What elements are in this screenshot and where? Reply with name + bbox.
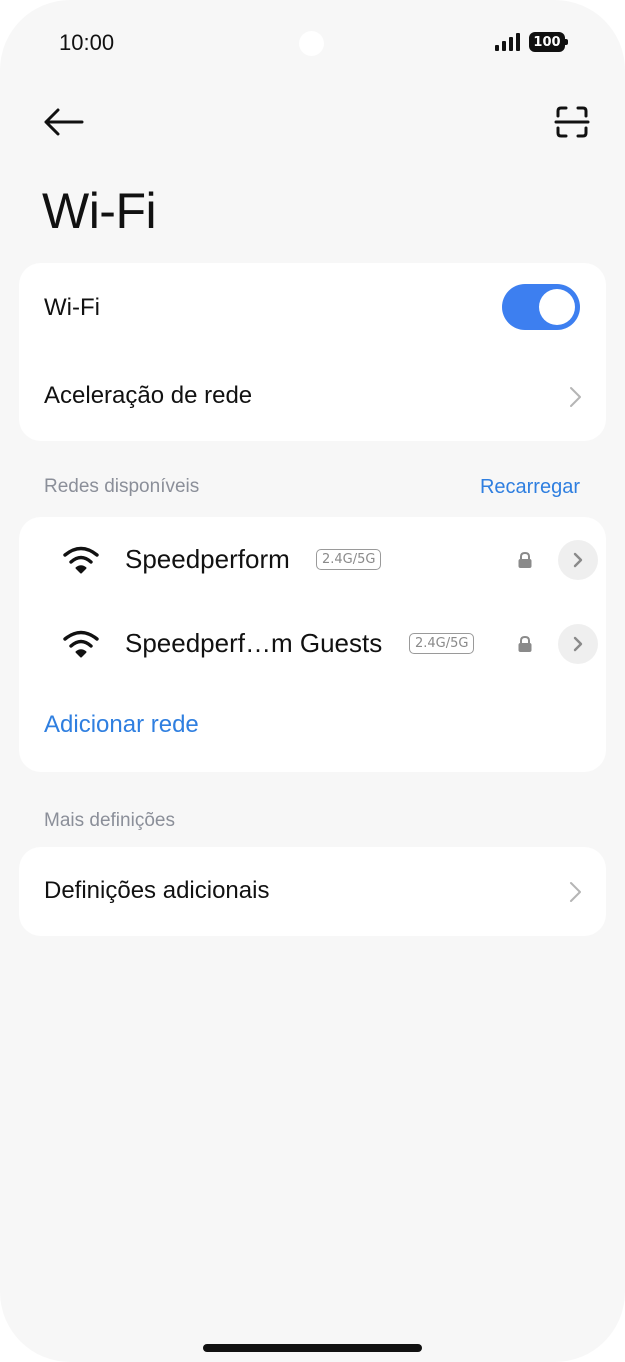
network-row[interactable]: Speedperform 2.4G/5G: [19, 517, 606, 601]
chevron-right-icon: [573, 636, 583, 652]
network-name: Speedperf…m Guests: [125, 628, 383, 658]
more-settings-card: Definições adicionais: [19, 847, 606, 936]
chevron-right-icon: [570, 882, 581, 902]
toggle-knob: [539, 289, 575, 325]
battery-icon: 100: [529, 32, 568, 52]
page-title: Wi-Fi: [42, 183, 157, 239]
reload-button[interactable]: Recarregar: [480, 476, 580, 499]
phone-screen: 10:00 100 Wi-Fi Wi-Fi Aceleração de rede: [0, 0, 625, 1362]
wifi-signal-icon: [63, 630, 99, 658]
wifi-label: Wi-Fi: [44, 294, 100, 321]
more-settings-label: Mais definições: [44, 810, 175, 831]
additional-settings-row[interactable]: Definições adicionais: [19, 847, 606, 936]
arrow-left-icon: [44, 108, 84, 136]
band-badge: 2.4G/5G: [316, 549, 382, 570]
band-badge: 2.4G/5G: [409, 633, 475, 654]
lock-icon: [518, 635, 532, 652]
network-name: Speedperform: [125, 544, 290, 574]
chevron-right-icon: [573, 552, 583, 568]
add-network-button[interactable]: Adicionar rede: [44, 711, 199, 739]
qr-scan-icon: [554, 106, 590, 138]
chevron-right-icon: [570, 387, 581, 407]
available-networks-label: Redes disponíveis: [44, 476, 200, 497]
network-details-button[interactable]: [558, 540, 598, 580]
battery-level: 100: [533, 34, 561, 50]
network-row[interactable]: Speedperf…m Guests 2.4G/5G: [19, 601, 606, 685]
available-networks-card: Speedperform 2.4G/5G Speedperf…m Guests …: [19, 517, 606, 772]
wifi-toggle[interactable]: [502, 284, 580, 330]
home-indicator[interactable]: [203, 1344, 422, 1352]
network-details-button[interactable]: [558, 624, 598, 664]
network-acceleration-label: Aceleração de rede: [44, 382, 253, 409]
scan-qr-button[interactable]: [548, 100, 596, 144]
front-camera: [299, 31, 324, 56]
network-acceleration-row[interactable]: Aceleração de rede: [19, 352, 606, 441]
lock-icon: [518, 551, 532, 568]
status-time: 10:00: [59, 30, 115, 55]
additional-settings-label: Definições adicionais: [44, 877, 270, 904]
signal-icon: [495, 33, 520, 51]
back-button[interactable]: [38, 100, 86, 144]
wifi-settings-card: Wi-Fi Aceleração de rede: [19, 263, 606, 441]
wifi-toggle-row[interactable]: Wi-Fi: [19, 263, 606, 352]
wifi-signal-icon: [63, 546, 99, 574]
